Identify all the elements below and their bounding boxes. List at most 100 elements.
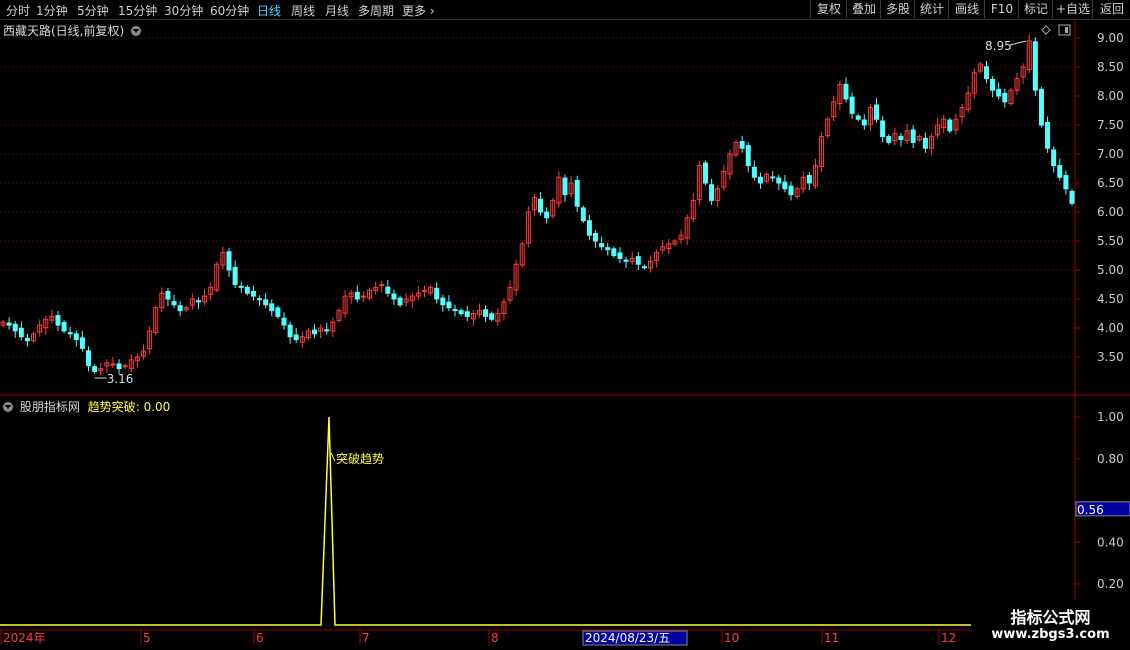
candle-body — [898, 135, 904, 140]
price-tick-label: 6.50 — [1097, 176, 1124, 190]
candle-body — [18, 327, 24, 338]
candle-body — [1045, 121, 1051, 149]
candle-body — [312, 329, 318, 335]
tab-period-60min[interactable]: 60分钟 — [210, 2, 249, 19]
candle-body — [941, 118, 947, 129]
tab-period-weekly[interactable]: 周线 — [291, 2, 315, 19]
candle-body — [611, 248, 617, 257]
candle-body — [727, 153, 733, 175]
candle-body — [98, 368, 104, 372]
tab-period-30min[interactable]: 30分钟 — [164, 2, 203, 19]
candle-body — [501, 301, 507, 314]
candle-body — [1014, 78, 1020, 91]
price-tick-label: 7.50 — [1097, 118, 1124, 132]
candle-body — [770, 176, 776, 179]
fuquan-button[interactable]: 复权 — [810, 0, 847, 18]
candle-body — [531, 197, 537, 210]
candle-body — [574, 179, 580, 207]
overlay-button[interactable]: 叠加 — [846, 0, 881, 18]
candle-body — [226, 251, 232, 271]
mark-button[interactable]: 标记 — [1018, 0, 1053, 18]
candle-body — [648, 260, 654, 269]
candle-body — [434, 287, 440, 300]
watermark-title: 指标公式网 — [1010, 608, 1091, 627]
price-tick-label: 7.00 — [1097, 147, 1124, 161]
candle-body — [49, 315, 55, 321]
candle-body — [886, 136, 892, 143]
candle-body — [171, 301, 177, 306]
candle-body — [281, 317, 287, 326]
back-button[interactable]: 返回 — [1092, 0, 1130, 18]
dropdown-circle-icon[interactable] — [131, 26, 142, 36]
kline-chart[interactable]: 9.00 8.50 8.00 7.50 7.00 6.50 6.00 5.50 5.00 4.50… — [0, 0, 1130, 650]
dropdown-circle-icon[interactable] — [3, 402, 13, 412]
candle-body — [379, 284, 385, 287]
candle-body — [385, 286, 391, 294]
price-tick-label: 4.00 — [1097, 321, 1124, 335]
candle-body — [220, 252, 226, 266]
candle-body — [562, 177, 568, 196]
candle-body — [666, 243, 672, 250]
candle-body — [684, 217, 690, 239]
candle-body — [373, 286, 379, 291]
candle-body — [513, 263, 519, 291]
candle-body — [489, 313, 495, 320]
tab-period-15min[interactable]: 15分钟 — [118, 2, 157, 19]
candle-body — [86, 350, 92, 367]
statistics-button[interactable]: 统计 — [914, 0, 949, 18]
tab-period-more[interactable]: 更多 › — [402, 2, 435, 19]
indicator-source: 股朋指标网 — [19, 400, 80, 414]
candle-body — [947, 119, 953, 132]
candle-body — [819, 136, 825, 167]
multi-stock-button[interactable]: 多股 — [880, 0, 915, 18]
candle-body — [446, 301, 452, 309]
tab-period-daily[interactable]: 日线 — [257, 2, 281, 19]
candle-body — [1051, 149, 1057, 167]
candle-body — [880, 120, 886, 138]
candle-body — [330, 321, 336, 332]
candle-body — [104, 362, 110, 367]
draw-line-button[interactable]: 画线 — [948, 0, 985, 18]
time-axis-label: 10 — [724, 631, 739, 645]
candle-body — [690, 199, 696, 220]
price-tick-label: 3.50 — [1097, 350, 1124, 364]
tab-period-fenshi[interactable]: 分时 — [6, 2, 30, 19]
candle-body — [550, 199, 556, 217]
candle-body — [391, 293, 397, 300]
cursor-date-badge-bg — [582, 630, 688, 646]
candle-body — [299, 336, 305, 343]
candle-body — [275, 307, 281, 317]
candle-body — [464, 311, 470, 317]
f10-button[interactable]: F10 — [984, 0, 1019, 18]
candle-body — [140, 350, 146, 357]
candle-body — [874, 104, 880, 120]
more-label: 更多 — [402, 4, 427, 18]
candle-body — [1069, 190, 1075, 204]
candle-body — [397, 297, 403, 306]
tab-period-multi[interactable]: 多周期 — [358, 2, 394, 19]
candle-body — [831, 101, 837, 118]
tab-period-5min[interactable]: 5分钟 — [77, 2, 109, 19]
candle-body — [507, 286, 513, 301]
candle-body — [208, 286, 214, 295]
candle-body — [67, 332, 73, 335]
tab-period-monthly[interactable]: 月线 — [325, 2, 349, 19]
candle-body — [470, 313, 476, 320]
candle-body — [287, 324, 293, 338]
candle-body — [342, 295, 348, 314]
candle-body — [525, 211, 531, 244]
candle-body — [971, 72, 977, 94]
add-watchlist-button[interactable]: +自选 — [1052, 0, 1093, 18]
candle-body — [55, 315, 61, 326]
time-axis-label: 2024年 — [3, 631, 46, 645]
candle-body — [165, 290, 171, 300]
candle-body — [116, 363, 122, 370]
candle-body — [134, 356, 140, 362]
candle-body — [580, 207, 586, 222]
candle-body — [79, 337, 85, 349]
candle-body — [367, 289, 373, 299]
candle-body — [617, 252, 623, 259]
candle-body — [360, 295, 366, 298]
candle-body — [696, 165, 702, 201]
tab-period-1min[interactable]: 1分钟 — [36, 2, 68, 19]
